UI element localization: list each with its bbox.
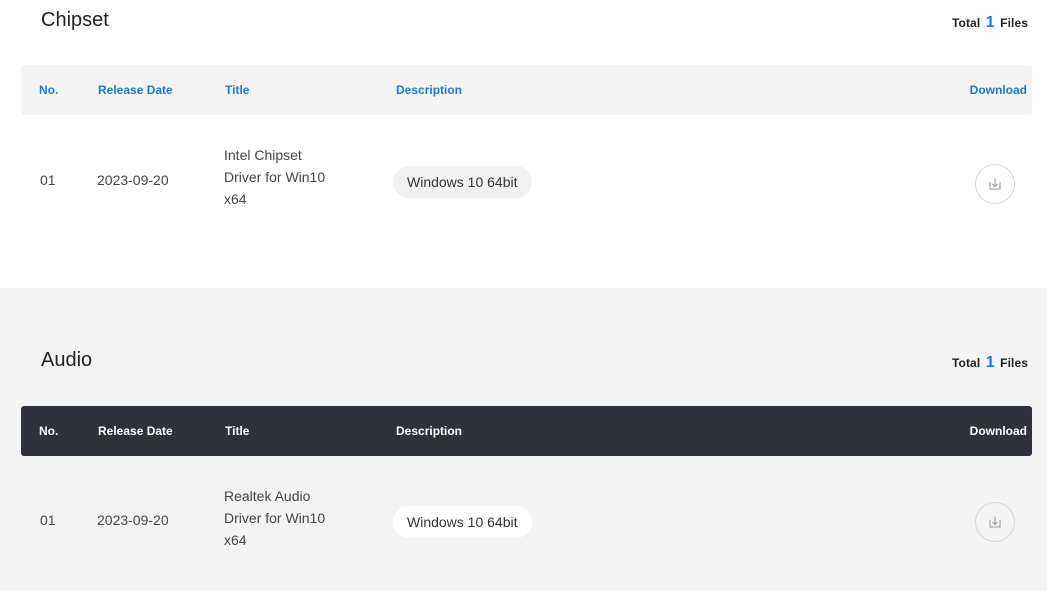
download-icon (989, 178, 1001, 190)
download-icon (989, 516, 1001, 528)
driver-title: Realtek Audio Driver for Win10 x64 (224, 488, 326, 548)
column-header-title: Title (225, 424, 250, 438)
total-files-count: Total 1 Files (951, 354, 1028, 371)
os-description-badge: Windows 10 64bit (393, 506, 532, 538)
column-header-no: No. (39, 424, 59, 438)
audio-section: Audio Total 1 Files No. Release Date Tit… (0, 288, 1047, 591)
column-header-release-date: Release Date (98, 83, 173, 97)
table-header: No. Release Date Title Description Downl… (21, 406, 1032, 456)
table-header: No. Release Date Title Description Downl… (21, 65, 1032, 115)
release-date: 2023-09-20 (97, 512, 169, 528)
section-title: Chipset (41, 9, 109, 31)
row-number: 01 (40, 512, 56, 528)
column-header-description: Description (396, 424, 463, 438)
table-row: 01 2023-09-20 Intel Chipset Driver for W… (21, 117, 1032, 247)
column-header-description: Description (396, 83, 463, 97)
column-header-download: Download (969, 424, 1027, 438)
download-button[interactable] (975, 502, 1015, 542)
driver-title: Intel Chipset Driver for Win10 x64 (224, 147, 326, 207)
section-title: Audio (41, 349, 93, 371)
column-header-title: Title (225, 83, 250, 97)
chipset-section: Chipset Total 1 Files No. Release Date T… (0, 0, 1047, 288)
files-count: 1 (985, 354, 995, 371)
total-files-count: Total 1 Files (951, 14, 1028, 31)
release-date: 2023-09-20 (97, 172, 169, 188)
table-row: 01 2023-09-20 Realtek Audio Driver for W… (21, 458, 1032, 588)
column-header-download: Download (969, 83, 1027, 97)
column-header-release-date: Release Date (98, 424, 173, 438)
files-count: 1 (985, 14, 995, 31)
download-button[interactable] (975, 164, 1015, 204)
row-number: 01 (40, 172, 56, 188)
column-header-no: No. (39, 83, 59, 97)
os-description-badge: Windows 10 64bit (393, 166, 532, 198)
